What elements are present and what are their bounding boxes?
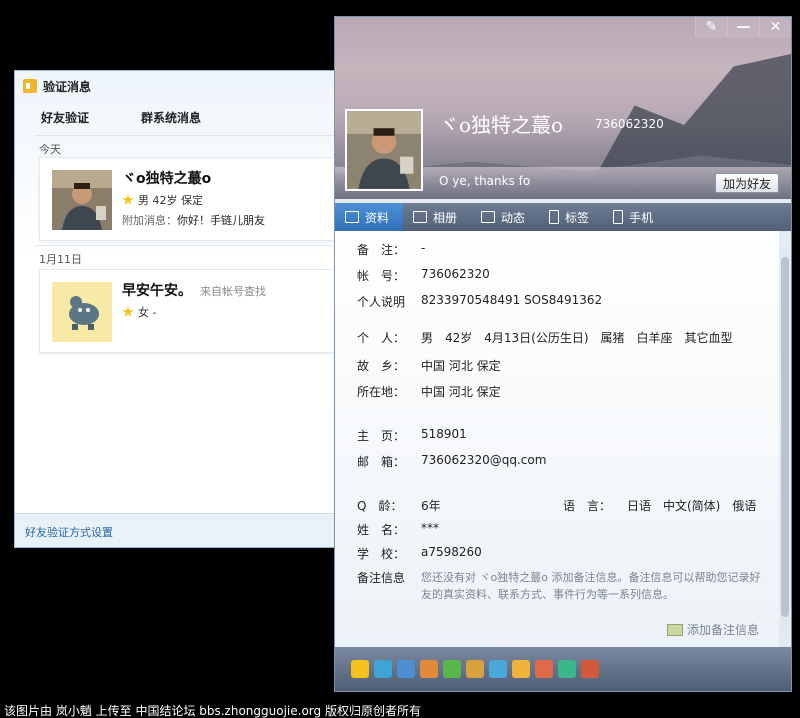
music-icon[interactable] xyxy=(489,660,507,678)
service-icon-bar xyxy=(335,647,791,691)
game-icon[interactable] xyxy=(535,660,553,678)
verify-title-bar: 验证消息 xyxy=(23,77,91,95)
field-language: 语 言： 日语 中文(简体) 俄语 xyxy=(563,499,757,513)
mail-icon[interactable] xyxy=(558,660,576,678)
attach-message: 附加消息：你好！手链儿朋友 xyxy=(122,214,265,227)
field-location: 所在地： 中国 河北 保定 xyxy=(357,385,501,399)
tab-feed[interactable]: 动态 xyxy=(471,203,539,231)
avatar xyxy=(52,170,112,230)
profile-qq-number: 736062320 xyxy=(595,117,664,131)
profile-body: 备 注： - 帐 号： 736062320 个人说明 8233970548491 SO… xyxy=(335,231,779,649)
verify-title: 验证消息 xyxy=(43,79,92,94)
field-homepage: 主 页： 518901 xyxy=(357,427,467,443)
image-caption: 该图片由 岚小魈 上传至 中国结论坛 bbs.zhongguojie.org 版… xyxy=(4,704,421,718)
divider xyxy=(35,135,339,136)
phone-icon xyxy=(613,210,624,224)
date-label: 今天 xyxy=(39,143,61,156)
scrollbar[interactable] xyxy=(781,247,789,637)
shield-icon[interactable] xyxy=(512,660,530,678)
field-account: 帐 号： 736062320 xyxy=(357,267,490,283)
verify-card[interactable]: 早安午安。 来自帐号查找 女 - xyxy=(39,269,337,353)
camera-icon[interactable] xyxy=(397,660,415,678)
avatar xyxy=(52,282,112,342)
profile-signature: O ye, thanks fo xyxy=(439,174,531,188)
close-icon[interactable]: ✕ xyxy=(759,17,791,37)
verify-tabs: 好友验证 群系统消息 xyxy=(41,109,201,126)
requester-name[interactable]: 早安午安。 来自帐号查找 xyxy=(122,280,266,300)
requester-info: 男 42岁 保定 xyxy=(122,192,203,208)
field-email: 邮 箱： 736062320@qq.com xyxy=(357,453,547,469)
profile-name: ヾo独特之蕞o xyxy=(439,113,564,137)
tab-phone[interactable]: 手机 xyxy=(603,203,667,231)
verify-footer: 好友验证方式设置 xyxy=(15,513,339,547)
field-personal: 个 人：男 42岁 4月13日(公历生日) 属猪 白羊座 其它血型 xyxy=(357,331,733,345)
field-description: 个人说明 8233970548491 SOS8491362 xyxy=(357,293,603,309)
field-name: 姓 名： *** xyxy=(357,521,439,537)
skin-icon[interactable]: ✎ xyxy=(695,17,727,37)
field-school: 学 校： a7598260 xyxy=(357,545,482,561)
requester-name[interactable]: ヾo独特之蕞o xyxy=(122,168,211,188)
tab-tags[interactable]: 标签 xyxy=(539,203,603,231)
profile-window: ✎ — ✕ ヾo独特之蕞o 736062320 O ye, thanks fo … xyxy=(334,16,792,692)
tab-album[interactable]: 相册 xyxy=(403,203,471,231)
field-remark: 备 注： - xyxy=(357,241,426,257)
profile-avatar[interactable] xyxy=(345,109,423,191)
requester-info: 女 - xyxy=(122,304,156,320)
list-icon xyxy=(481,211,496,223)
star-icon[interactable] xyxy=(351,660,369,678)
request-source: 来自帐号查找 xyxy=(200,285,266,298)
minimize-icon[interactable]: — xyxy=(727,17,759,37)
tab-profile[interactable]: 资料 xyxy=(335,203,404,231)
verify-card[interactable]: ヾo独特之蕞o 男 42岁 保定 附加消息：你好！手链儿朋友 xyxy=(39,157,337,241)
qzone-icon[interactable] xyxy=(374,660,392,678)
star-icon xyxy=(122,306,134,317)
speaker-icon xyxy=(23,79,37,93)
id-card-icon xyxy=(345,211,359,223)
note-icon xyxy=(667,623,683,636)
date-label: 1月11日 xyxy=(39,253,82,266)
scrollbar-thumb[interactable] xyxy=(781,257,789,617)
star-icon xyxy=(122,194,134,205)
verify-settings-link[interactable]: 好友验证方式设置 xyxy=(25,524,113,540)
profile-tabs: 资料 相册 动态 标签 手机 xyxy=(335,203,791,231)
farm-icon[interactable] xyxy=(466,660,484,678)
remark-section: 备注信息 您还没有对 ヾo独特之蕞o 添加备注信息。备注信息可以帮助您记录好友的… xyxy=(357,571,761,601)
tab-group-messages[interactable]: 群系统消息 xyxy=(141,109,201,126)
bookmark-icon xyxy=(549,210,560,224)
chat-icon[interactable] xyxy=(443,660,461,678)
verify-window: 验证消息 好友验证 群系统消息 今天 ヾo独特之蕞o 男 42岁 保定 附加消息… xyxy=(14,70,340,548)
field-hometown: 故 乡： 中国 河北 保定 xyxy=(357,359,501,373)
divider xyxy=(35,245,339,246)
tab-friend-verify[interactable]: 好友验证 xyxy=(41,109,89,126)
gift-icon[interactable] xyxy=(581,660,599,678)
add-friend-button[interactable]: 加为好友 xyxy=(715,173,779,193)
add-remark-link[interactable]: 添加备注信息 xyxy=(667,621,759,638)
pet-icon[interactable] xyxy=(420,660,438,678)
photo-icon xyxy=(413,211,428,223)
field-qq-age: Q 龄： 6年 xyxy=(357,499,441,513)
window-controls: ✎ — ✕ xyxy=(695,17,791,37)
